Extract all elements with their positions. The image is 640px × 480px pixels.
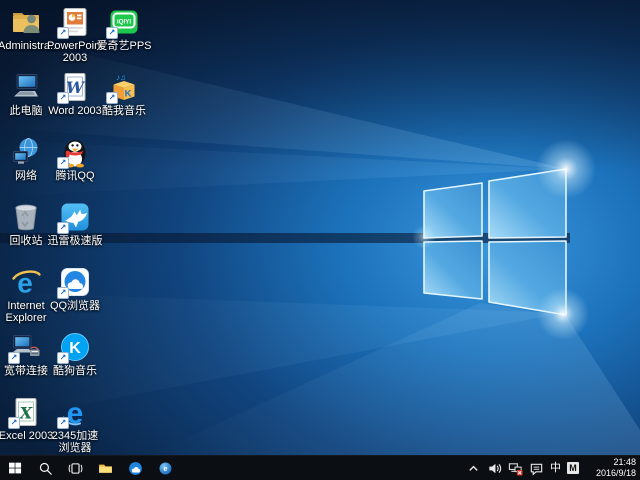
icon-label: Internet Explorer <box>0 300 54 325</box>
2345-browser-taskbar-button[interactable] <box>150 456 180 480</box>
file-explorer-button[interactable] <box>90 456 120 480</box>
admin-icon <box>10 6 42 38</box>
icon-label: Word 2003 <box>47 105 103 117</box>
qqbrowser-icon: ↗ <box>59 266 91 298</box>
icon-label: 宽带连接 <box>0 365 54 377</box>
search-icon <box>37 460 54 477</box>
taskbar: 中M 21:48 2016/9/18 <box>0 455 640 480</box>
shortcut-arrow-icon: ↗ <box>57 417 69 429</box>
icon-label: 腾讯QQ <box>47 170 103 182</box>
taskview-icon <box>67 460 84 477</box>
desktop-icon-network[interactable]: 网络 <box>0 136 52 182</box>
shortcut-arrow-icon: ↗ <box>106 92 118 104</box>
pc-icon <box>10 71 42 103</box>
icon-label: Administra... <box>0 40 54 52</box>
taskbar-clock[interactable]: 21:48 2016/9/18 <box>584 457 640 479</box>
excel-icon: ↗ <box>10 396 42 428</box>
kugou-icon: ↗ <box>59 331 91 363</box>
desktop-icon-excel[interactable]: ↗Excel 2003 <box>0 396 52 442</box>
desktop-icon-admin[interactable]: Administra... <box>0 6 52 52</box>
system-tray: 中M <box>466 461 579 476</box>
icon-label: 迅雷极速版 <box>47 235 103 247</box>
ime-language-badge[interactable]: M <box>567 462 579 474</box>
qq-browser-taskbar-button[interactable] <box>120 456 150 480</box>
thunder-icon: ↗ <box>59 201 91 233</box>
icon-label: QQ浏览器 <box>47 300 103 312</box>
volume-icon[interactable] <box>487 461 502 476</box>
iqiyi-icon: ↗ <box>108 6 140 38</box>
icon-label: 2345加速浏览器 <box>47 430 103 455</box>
clock-date: 2016/9/18 <box>588 468 636 479</box>
kuwo-icon: ↗ <box>108 71 140 103</box>
clock-time: 21:48 <box>588 457 636 468</box>
show-hidden-icons-button[interactable] <box>466 461 481 476</box>
qqb-icon <box>127 460 144 477</box>
shortcut-arrow-icon: ↗ <box>57 352 69 364</box>
e2345-icon: ↗ <box>59 396 91 428</box>
desktop-icon-broadband[interactable]: ↗宽带连接 <box>0 331 52 377</box>
desktop-icon-kuwo[interactable]: ↗酷我音乐 <box>98 71 150 117</box>
shortcut-arrow-icon: ↗ <box>8 417 20 429</box>
icon-label: Excel 2003 <box>0 430 54 442</box>
icon-label: 酷我音乐 <box>96 105 152 117</box>
icon-label: 酷狗音乐 <box>47 365 103 377</box>
recycle-icon <box>10 201 42 233</box>
explorer-icon <box>97 460 114 477</box>
word-icon: ↗ <box>59 71 91 103</box>
desktop-screen: iQIYI W K ♪♫ <box>0 0 640 480</box>
desktop-icon-iqiyi[interactable]: ↗爱奇艺PPS <box>98 6 150 52</box>
icon-label: 回收站 <box>0 235 54 247</box>
network-icon <box>10 136 42 168</box>
taskbar-buttons <box>0 456 180 480</box>
ime-chinese-mode-indicator[interactable]: 中 <box>550 463 561 474</box>
desktop-icon-qqbrowser[interactable]: ↗QQ浏览器 <box>49 266 101 312</box>
start-button[interactable] <box>0 456 30 480</box>
action-center-icon[interactable] <box>529 461 544 476</box>
broadband-icon: ↗ <box>10 331 42 363</box>
desktop-icon-thunder[interactable]: ↗迅雷极速版 <box>49 201 101 247</box>
network-disconnected-icon[interactable] <box>508 461 523 476</box>
search-button[interactable] <box>30 456 60 480</box>
icon-label: 爱奇艺PPS <box>96 40 152 52</box>
icon-label: PowerPoint 2003 <box>47 40 103 65</box>
qq-icon: ↗ <box>59 136 91 168</box>
desktop-icon-ie[interactable]: Internet Explorer <box>0 266 52 325</box>
desktop-icon-recycle[interactable]: 回收站 <box>0 201 52 247</box>
desktop-icon-grid: Administra...↗PowerPoint 2003↗爱奇艺PPS此电脑↗… <box>0 0 180 455</box>
desktop-icon-pc[interactable]: 此电脑 <box>0 71 52 117</box>
icon-label: 此电脑 <box>0 105 54 117</box>
sphere2345-icon <box>157 460 174 477</box>
desktop-icon-e2345[interactable]: ↗2345加速浏览器 <box>49 396 101 455</box>
shortcut-arrow-icon: ↗ <box>106 27 118 39</box>
shortcut-arrow-icon: ↗ <box>8 352 20 364</box>
shortcut-arrow-icon: ↗ <box>57 92 69 104</box>
start-icon <box>7 460 23 476</box>
shortcut-arrow-icon: ↗ <box>57 222 69 234</box>
desktop-icon-qq[interactable]: ↗腾讯QQ <box>49 136 101 182</box>
task-view-button[interactable] <box>60 456 90 480</box>
ppt-icon: ↗ <box>59 6 91 38</box>
shortcut-arrow-icon: ↗ <box>57 157 69 169</box>
ie-icon <box>10 266 42 298</box>
shortcut-arrow-icon: ↗ <box>57 287 69 299</box>
shortcut-arrow-icon: ↗ <box>57 27 69 39</box>
desktop-icon-ppt[interactable]: ↗PowerPoint 2003 <box>49 6 101 65</box>
desktop-icon-kugou[interactable]: ↗酷狗音乐 <box>49 331 101 377</box>
icon-label: 网络 <box>0 170 54 182</box>
desktop-icon-word[interactable]: ↗Word 2003 <box>49 71 101 117</box>
